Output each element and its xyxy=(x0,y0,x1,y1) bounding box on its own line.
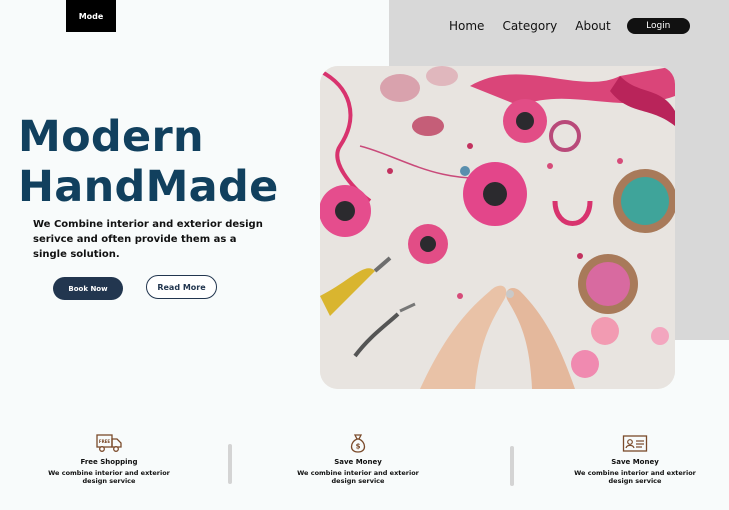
features-row: FREE Free Shopping We combine interior a… xyxy=(0,432,729,502)
truck-icon: FREE xyxy=(96,434,122,452)
feature-divider xyxy=(228,444,232,484)
logo-text: Mode xyxy=(78,11,104,21)
feature-item: FREE Free Shopping We combine interior a… xyxy=(39,432,179,485)
logo[interactable]: Mode xyxy=(66,0,116,32)
svg-text:$: $ xyxy=(356,443,361,451)
feature-title: Save Money xyxy=(611,458,659,466)
feature-item: $ Save Money We combine interior and ext… xyxy=(288,432,428,485)
svg-text:FREE: FREE xyxy=(99,439,111,444)
top-navigation: Home Category About Login xyxy=(449,18,690,34)
hero-headline: Modern HandMade xyxy=(18,112,279,212)
read-more-button[interactable]: Read More xyxy=(146,275,217,299)
nav-home-link[interactable]: Home xyxy=(449,19,484,33)
money-bag-icon: $ xyxy=(350,434,366,453)
nav-category-link[interactable]: Category xyxy=(502,19,557,33)
feature-title: Save Money xyxy=(334,458,382,466)
feature-divider xyxy=(510,446,514,486)
feature-description: We combine interior and exterior design … xyxy=(48,469,170,485)
nav-about-link[interactable]: About xyxy=(575,19,610,33)
id-card-icon xyxy=(622,435,648,452)
feature-title: Free Shopping xyxy=(80,458,138,466)
headline-line-2: HandMade xyxy=(18,162,279,212)
headline-line-1: Modern xyxy=(18,112,204,162)
feature-item: Save Money We combine interior and exter… xyxy=(565,432,705,485)
login-button[interactable]: Login xyxy=(626,18,690,34)
handmade-crafts-illustration xyxy=(320,66,675,389)
feature-description: We combine interior and exterior design … xyxy=(574,469,696,485)
hero-subtext: We Combine interior and exterior design … xyxy=(33,219,263,260)
book-now-button[interactable]: Book Now xyxy=(53,277,123,300)
feature-description: We combine interior and exterior design … xyxy=(297,469,419,485)
hero-image xyxy=(320,66,675,389)
